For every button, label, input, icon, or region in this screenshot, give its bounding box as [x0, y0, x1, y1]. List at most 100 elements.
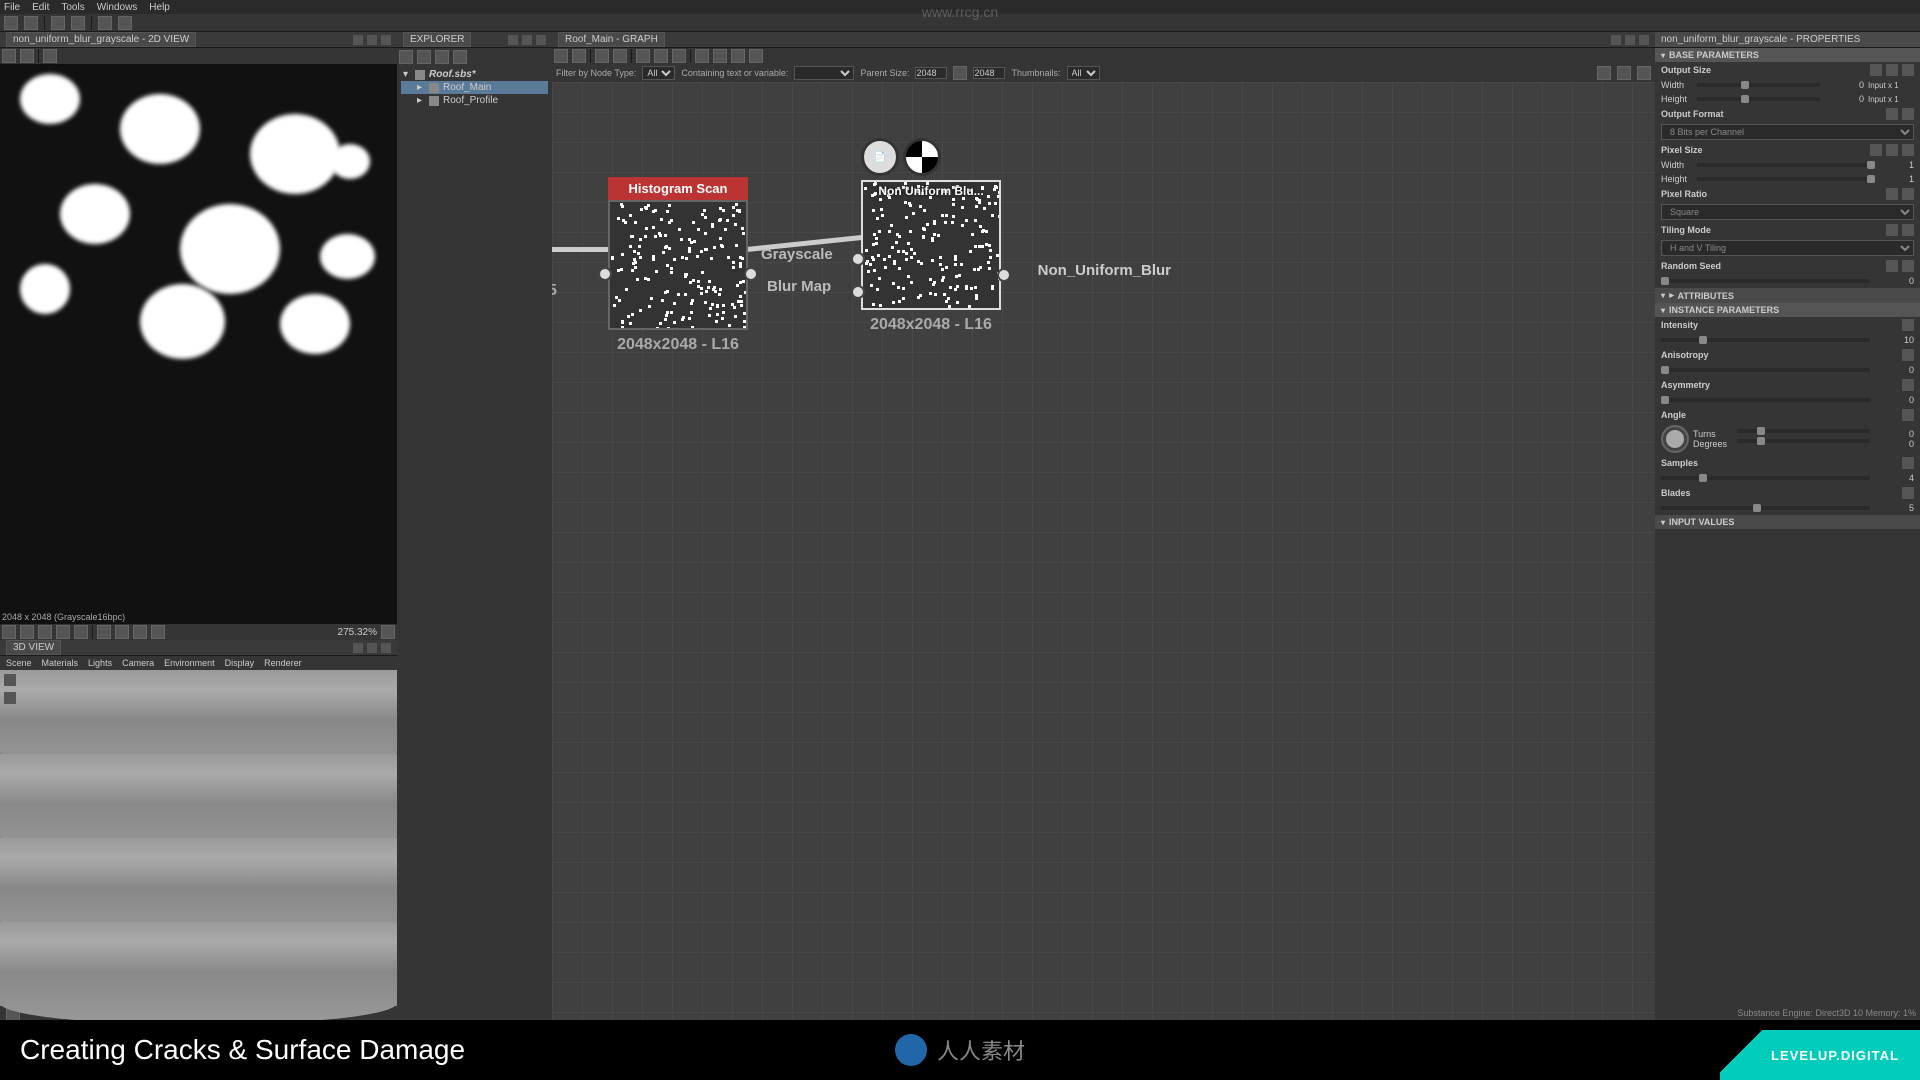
filter-nodetype-select[interactable]: All	[642, 66, 675, 80]
close-icon[interactable]	[536, 35, 546, 45]
menu-environment[interactable]: Environment	[164, 658, 215, 668]
input-port-grayscale[interactable]	[851, 252, 865, 266]
link-icon[interactable]	[953, 66, 967, 80]
align-icon[interactable]	[554, 49, 568, 63]
grid-icon[interactable]	[56, 625, 70, 639]
document-icon[interactable]: 📄	[861, 138, 899, 176]
menu-materials[interactable]: Materials	[42, 658, 79, 668]
close-icon[interactable]	[381, 35, 391, 45]
menu-renderer[interactable]: Renderer	[264, 658, 302, 668]
tree-item-profile[interactable]: ▸ Roof_Profile	[401, 94, 548, 107]
section-base-parameters[interactable]: BASE PARAMETERS	[1655, 48, 1920, 62]
select-pixel-ratio[interactable]: Square	[1661, 204, 1914, 220]
select-output-format[interactable]: 8 Bits per Channel	[1661, 124, 1914, 140]
parent-size-input[interactable]	[973, 67, 1005, 79]
node-histogram-scan[interactable]: Histogram Scan document.write(Array.from…	[608, 177, 748, 354]
lock-icon[interactable]	[381, 625, 395, 639]
channel-icon[interactable]	[151, 625, 165, 639]
reset-icon[interactable]	[1886, 188, 1898, 200]
menu-camera[interactable]: Camera	[122, 658, 154, 668]
tool-icon[interactable]	[672, 49, 686, 63]
view2d-tab[interactable]: non_uniform_blur_grayscale - 2D VIEW	[6, 32, 196, 47]
grid-icon[interactable]	[2, 625, 16, 639]
view3d-tab[interactable]: 3D VIEW	[6, 640, 61, 655]
pin-icon[interactable]	[1611, 35, 1621, 45]
menu-icon[interactable]	[1902, 108, 1914, 120]
zoom-icon[interactable]	[595, 49, 609, 63]
select-tiling-mode[interactable]: H and V Tiling	[1661, 240, 1914, 256]
tool-icon[interactable]	[654, 49, 668, 63]
pin-icon[interactable]	[353, 643, 363, 653]
camera-icon[interactable]	[4, 674, 16, 686]
slider-degrees[interactable]	[1737, 439, 1870, 443]
slider-height[interactable]	[1697, 97, 1820, 101]
section-input-values[interactable]: INPUT VALUES	[1655, 515, 1920, 529]
tool-icon[interactable]	[749, 49, 763, 63]
reset-icon[interactable]	[1870, 64, 1882, 76]
folder-icon[interactable]	[51, 16, 65, 30]
save-icon[interactable]	[71, 16, 85, 30]
timing-icon[interactable]	[1597, 66, 1611, 80]
angle-dial[interactable]	[1661, 425, 1689, 453]
tool-icon[interactable]	[731, 49, 745, 63]
menu-icon[interactable]	[1902, 379, 1914, 391]
close-icon[interactable]	[1639, 35, 1649, 45]
new-icon[interactable]	[4, 16, 18, 30]
menu-icon[interactable]	[1902, 409, 1914, 421]
menu-icon[interactable]	[1902, 349, 1914, 361]
fit-icon[interactable]	[613, 49, 627, 63]
view3d-viewport[interactable]	[0, 670, 397, 1006]
menu-icon[interactable]	[1902, 144, 1914, 156]
menu-icon[interactable]	[1902, 487, 1914, 499]
menu-icon[interactable]	[1902, 457, 1914, 469]
redo-icon[interactable]	[118, 16, 132, 30]
explorer-tab[interactable]: EXPLORER	[403, 32, 471, 47]
slider-samples[interactable]	[1661, 476, 1870, 480]
graph-canvas[interactable]: 5 Histogram Scan document.write(Array.fr…	[552, 82, 1655, 1020]
channel-icon[interactable]	[97, 625, 111, 639]
menu-lights[interactable]: Lights	[88, 658, 112, 668]
menu-edit[interactable]: Edit	[32, 2, 49, 12]
export-icon[interactable]	[435, 50, 449, 64]
section-instance-parameters[interactable]: INSTANCE PARAMETERS	[1655, 303, 1920, 317]
composite-icon[interactable]	[903, 138, 941, 176]
menu-scene[interactable]: Scene	[6, 658, 32, 668]
channel-icon[interactable]	[115, 625, 129, 639]
pin-icon[interactable]	[353, 35, 363, 45]
maximize-icon[interactable]	[367, 643, 377, 653]
channel-icon[interactable]	[133, 625, 147, 639]
menu-icon[interactable]	[1902, 224, 1914, 236]
tool-icon[interactable]	[2, 49, 16, 63]
refresh-icon[interactable]	[417, 50, 431, 64]
menu-help[interactable]: Help	[149, 2, 170, 12]
grid-icon[interactable]	[38, 625, 52, 639]
menu-tools[interactable]: Tools	[61, 2, 84, 12]
undo-icon[interactable]	[98, 16, 112, 30]
tree-item-root[interactable]: ▾ Roof.sbs*	[401, 68, 548, 81]
maximize-icon[interactable]	[1625, 35, 1635, 45]
slider-random-seed[interactable]	[1661, 279, 1870, 283]
tool-icon[interactable]	[43, 49, 57, 63]
section-attributes[interactable]: ▾ATTRIBUTES	[1655, 288, 1920, 303]
node-non-uniform-blur[interactable]: 📄 Non Uniform Blu... document.write(Arra…	[861, 180, 1001, 334]
menu-icon[interactable]	[1902, 319, 1914, 331]
link-icon[interactable]	[453, 50, 467, 64]
input-port-blurmap[interactable]	[851, 285, 865, 299]
timing-icon[interactable]	[1617, 66, 1631, 80]
light-icon[interactable]	[4, 692, 16, 704]
thumbnails-select[interactable]: All	[1067, 66, 1100, 80]
tool-icon[interactable]	[636, 49, 650, 63]
tool-icon[interactable]	[713, 49, 727, 63]
tool-icon[interactable]	[695, 49, 709, 63]
reset-icon[interactable]	[1870, 144, 1882, 156]
grid-icon[interactable]	[20, 625, 34, 639]
menu-icon[interactable]	[1902, 260, 1914, 272]
graph-tab[interactable]: Roof_Main - GRAPH	[558, 32, 665, 47]
reset-icon[interactable]	[1886, 224, 1898, 236]
menu-file[interactable]: File	[4, 2, 20, 12]
reset-icon[interactable]	[1886, 260, 1898, 272]
slider-ps-height[interactable]	[1697, 177, 1870, 181]
menu-windows[interactable]: Windows	[97, 2, 138, 12]
menu-icon[interactable]	[1902, 188, 1914, 200]
filter-text-select[interactable]	[794, 66, 854, 80]
